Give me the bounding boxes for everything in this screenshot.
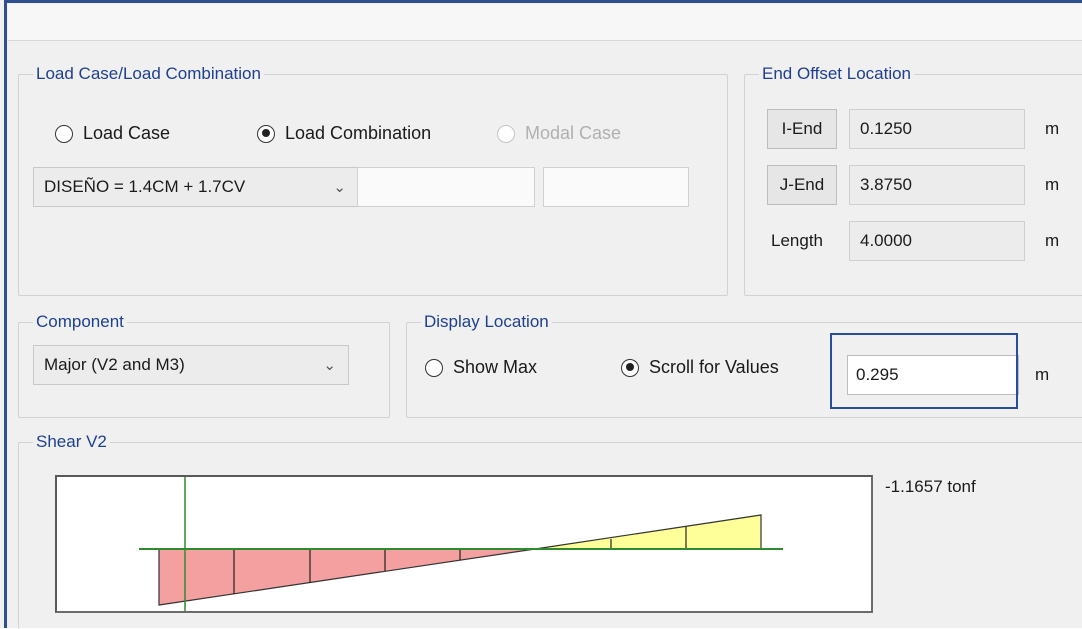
load-combination-radio[interactable]: Load Combination bbox=[257, 123, 431, 144]
shear-readout: -1.1657 tonf bbox=[885, 477, 976, 496]
i-end-button[interactable]: I-End bbox=[767, 109, 837, 149]
component-select-value: Major (V2 and M3) bbox=[44, 355, 185, 374]
scroll-for-values-radio[interactable]: Scroll for Values bbox=[621, 357, 779, 378]
chevron-down-icon: ⌄ bbox=[323, 357, 336, 374]
window-border-top bbox=[4, 0, 1082, 3]
show-max-radio[interactable]: Show Max bbox=[425, 357, 537, 378]
j-end-label: J-End bbox=[779, 175, 825, 194]
j-end-unit: m bbox=[1045, 175, 1060, 194]
scroll-location-unit: m bbox=[1035, 365, 1050, 384]
radio-checked-icon bbox=[257, 124, 275, 143]
component-group-label: Component bbox=[33, 312, 127, 332]
i-end-value-field[interactable]: 0.1250 bbox=[849, 109, 1025, 149]
j-end-value: 3.8750 bbox=[860, 175, 912, 194]
length-value: 4.0000 bbox=[860, 231, 912, 250]
length-label: Length bbox=[771, 231, 823, 250]
length-unit: m bbox=[1045, 231, 1060, 250]
display-location-group-label: Display Location bbox=[421, 312, 552, 332]
case-extra-field-1[interactable] bbox=[357, 167, 535, 207]
load-case-radio-label: Load Case bbox=[83, 123, 171, 143]
radio-unchecked-icon bbox=[55, 124, 73, 143]
radio-checked-icon bbox=[621, 358, 639, 377]
length-value-field[interactable]: 4.0000 bbox=[849, 221, 1025, 261]
show-max-radio-label: Show Max bbox=[453, 357, 538, 377]
radio-unchecked-icon bbox=[425, 358, 443, 377]
load-case-group-label: Load Case/Load Combination bbox=[33, 64, 264, 84]
component-group: Component Major (V2 and M3) ⌄ bbox=[18, 312, 390, 418]
shear-group: Shear V2 -1.1657 tonf bbox=[18, 432, 1082, 629]
load-case-radio[interactable]: Load Case bbox=[55, 123, 170, 144]
end-offset-group: End Offset Location I-End 0.1250 m J-End… bbox=[744, 64, 1082, 296]
load-combination-radio-label: Load Combination bbox=[285, 123, 432, 143]
shear-group-label: Shear V2 bbox=[33, 432, 110, 452]
highlight-box bbox=[830, 333, 1018, 409]
dialog-top-strip bbox=[8, 4, 1082, 41]
j-end-value-field[interactable]: 3.8750 bbox=[849, 165, 1025, 205]
window-border bbox=[4, 0, 7, 628]
modal-case-radio[interactable]: Modal Case bbox=[497, 123, 621, 144]
shear-diagram bbox=[139, 477, 783, 611]
shear-diagram-panel[interactable] bbox=[55, 475, 873, 613]
scroll-for-values-radio-label: Scroll for Values bbox=[649, 357, 779, 377]
load-combination-select[interactable]: DISEÑO = 1.4CM + 1.7CV ⌄ bbox=[33, 167, 359, 207]
chevron-down-icon: ⌄ bbox=[333, 179, 346, 196]
i-end-label: I-End bbox=[781, 119, 823, 138]
end-offset-group-label: End Offset Location bbox=[759, 64, 915, 84]
radio-unchecked-icon bbox=[497, 124, 515, 143]
component-select[interactable]: Major (V2 and M3) ⌄ bbox=[33, 345, 349, 385]
load-case-group: Load Case/Load Combination Load Case Loa… bbox=[18, 64, 728, 296]
modal-case-radio-label: Modal Case bbox=[525, 123, 622, 143]
i-end-value: 0.1250 bbox=[860, 119, 912, 138]
load-combination-select-value: DISEÑO = 1.4CM + 1.7CV bbox=[44, 177, 246, 196]
j-end-button[interactable]: J-End bbox=[767, 165, 837, 205]
case-extra-field-2[interactable] bbox=[543, 167, 689, 207]
dialog-window: Load Case/Load Combination Load Case Loa… bbox=[0, 0, 1082, 629]
i-end-unit: m bbox=[1045, 119, 1060, 138]
shear-positive-region bbox=[534, 514, 762, 550]
shear-negative-region bbox=[158, 548, 536, 606]
